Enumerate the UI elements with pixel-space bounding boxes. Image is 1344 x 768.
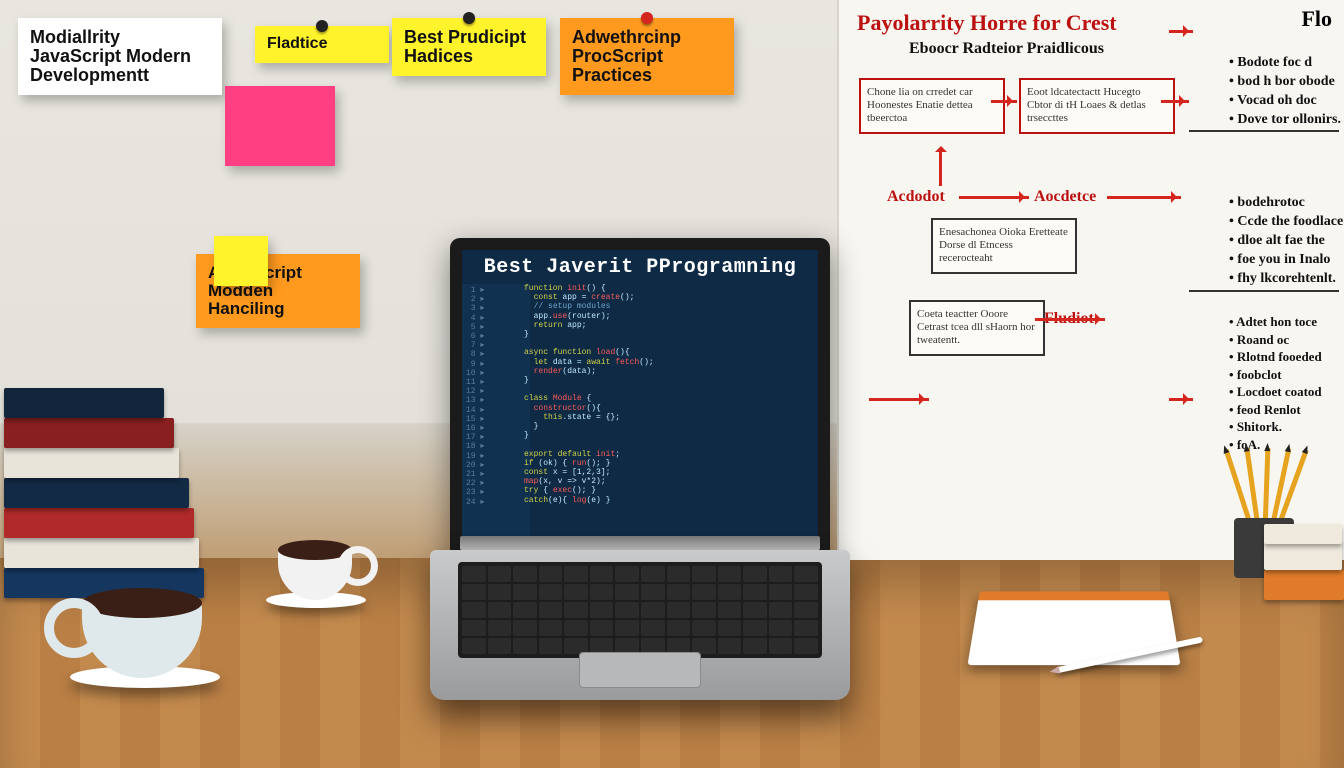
workspace-scene: Modiallrity JavaScript Modern Developmen… xyxy=(0,0,1344,768)
wb-label-a: Acdodot xyxy=(887,188,945,206)
wb-list-item: Roand oc xyxy=(1229,331,1344,349)
laptop-hinge xyxy=(460,536,820,550)
note-fladtice: Fladtice xyxy=(255,26,389,63)
note-advanced-practices: Adwethrcinp ProcScript Practices xyxy=(560,18,734,95)
note-modularity: Modiallrity JavaScript Modern Developmen… xyxy=(18,18,222,95)
note-small-yellow xyxy=(214,236,268,286)
divider xyxy=(1189,130,1339,132)
wb-list-item: Rlotnd fooeded xyxy=(1229,348,1344,366)
notebook xyxy=(967,591,1180,665)
note-text: Fladtice xyxy=(267,35,327,52)
coffee-cup-large xyxy=(60,578,220,688)
pushpin-icon xyxy=(316,20,328,32)
coffee-cup-small xyxy=(260,528,370,608)
wb-list-item: Shitork. xyxy=(1229,418,1344,436)
code-editor-screen: Best Javerit PProgramning 1 ▸ 2 ▸ 3 ▸ 4 … xyxy=(462,250,818,550)
code-area: function init() { const app = create(); … xyxy=(524,284,818,550)
arrow-icon xyxy=(869,398,929,401)
wb-list-item: Ccde the foodlace xyxy=(1229,213,1344,232)
keyboard xyxy=(458,562,822,658)
wb-list-item: fhy lkcorehtenlt. xyxy=(1229,270,1344,289)
wb-list-item: Locdoet coatod xyxy=(1229,383,1344,401)
wb-list-item: Bodote foc d xyxy=(1229,54,1344,73)
arrow-up-icon xyxy=(939,150,942,186)
book-stack-right xyxy=(1264,460,1344,600)
wb-list-item: bod h bor obode xyxy=(1229,73,1344,92)
wb-box-4: Coeta teactter Ooore Cetrast tcea dll sH… xyxy=(909,300,1045,356)
note-pink-blank xyxy=(225,86,335,166)
wb-list-3: Adtet hon toce Roand oc Rlotnd fooeded f… xyxy=(1189,313,1344,453)
divider xyxy=(1189,290,1339,292)
note-best-practices: Best Prudicipt Hadices xyxy=(392,18,546,76)
arrow-icon xyxy=(1169,30,1193,33)
pushpin-icon xyxy=(463,12,475,24)
trackpad xyxy=(579,652,701,688)
wb-label-b: Aocdetce xyxy=(1034,188,1096,206)
wb-list-item: feod Renlot xyxy=(1229,401,1344,419)
arrow-icon xyxy=(1161,100,1189,103)
line-number-gutter: 1 ▸ 2 ▸ 3 ▸ 4 ▸ 5 ▸ 6 ▸ 7 ▸ 8 ▸ 9 ▸ 10 ▸… xyxy=(462,284,530,550)
laptop: Best Javerit PProgramning 1 ▸ 2 ▸ 3 ▸ 4 … xyxy=(430,238,850,708)
whiteboard-subtitle: Eboocr Radteior Praidlicous xyxy=(909,40,1104,58)
wb-list-item: dloe alt fae the xyxy=(1229,232,1344,251)
wb-list-item: Adtet hon toce xyxy=(1229,313,1344,331)
laptop-base xyxy=(430,550,850,700)
wb-list-item: foobclot xyxy=(1229,366,1344,384)
note-text: Best Prudicipt Hadices xyxy=(404,27,526,66)
arrow-icon xyxy=(1035,318,1105,321)
wb-list-item: foe you in Inalo xyxy=(1229,251,1344,270)
editor-title: Best Javerit PProgramning xyxy=(462,256,818,279)
whiteboard-title: Payolarrity Horre for Crest xyxy=(857,10,1117,36)
arrow-icon xyxy=(959,196,1029,199)
wb-list-2: bodehrotoc Ccde the foodlace dloe alt fa… xyxy=(1189,194,1344,288)
wb-box-1: Chone lia on crredet car Hoonestes Enati… xyxy=(859,78,1005,134)
whiteboard-corner-label: Flo xyxy=(1301,6,1332,32)
wb-list-item: Vocad oh doc xyxy=(1229,92,1344,111)
wb-list-1: Bodote foc d bod h bor obode Vocad oh do… xyxy=(1189,54,1344,130)
wb-list-item: Dove tor ollonirs. xyxy=(1229,111,1344,130)
note-text: Adwethrcinp ProcScript Practices xyxy=(572,27,681,85)
wb-box-3: Enesachonea Oioka Eretteate Dorse dl Etn… xyxy=(931,218,1077,274)
laptop-screen-bezel: Best Javerit PProgramning 1 ▸ 2 ▸ 3 ▸ 4 … xyxy=(450,238,830,562)
wb-box-2: Eoot ldcatectactt Hucegto Cbtor di tH Lo… xyxy=(1019,78,1175,134)
pushpin-icon xyxy=(641,12,653,24)
note-text: Modiallrity JavaScript Modern Developmen… xyxy=(30,27,191,85)
arrow-icon xyxy=(991,100,1017,103)
wb-list-item: bodehrotoc xyxy=(1229,194,1344,213)
book-stack-left xyxy=(4,338,224,598)
arrow-icon xyxy=(1107,196,1181,199)
